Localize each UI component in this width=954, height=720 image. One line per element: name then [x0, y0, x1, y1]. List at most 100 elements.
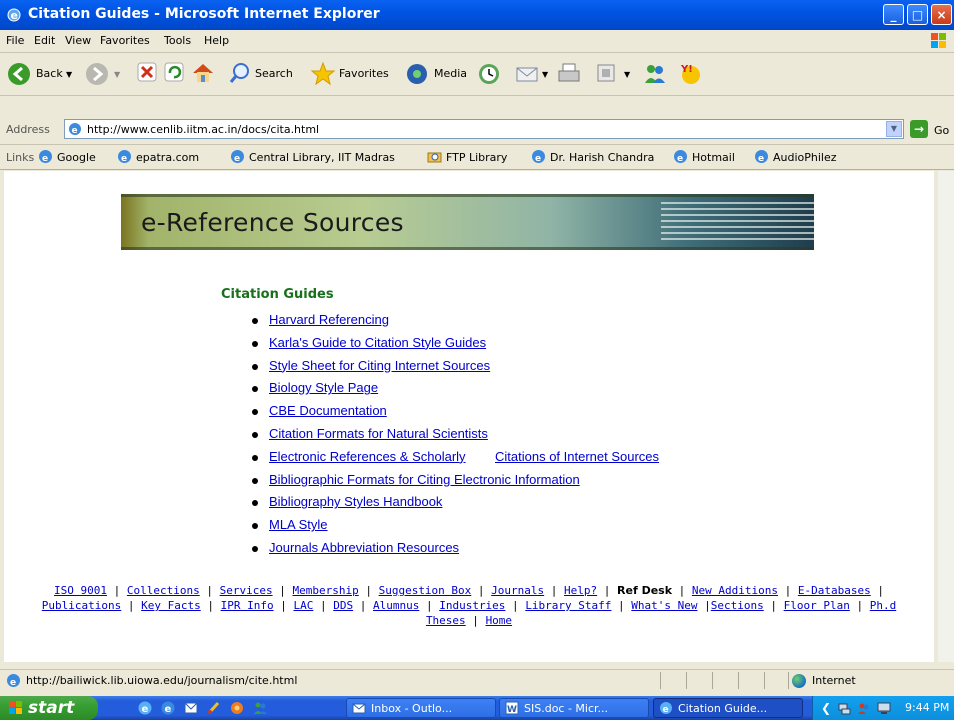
quicklaunch-ie2-icon[interactable]: e: [160, 700, 176, 716]
menu-edit[interactable]: Edit: [34, 34, 55, 47]
home-button[interactable]: [191, 61, 217, 87]
favorites-button[interactable]: Favorites: [310, 61, 402, 87]
footer-link[interactable]: IPR Info: [221, 599, 274, 612]
footer-link[interactable]: Help?: [564, 584, 597, 597]
footer-link[interactable]: New Additions: [692, 584, 778, 597]
windows-flag-icon: [9, 701, 22, 714]
guide-link[interactable]: CBE Documentation: [269, 403, 387, 418]
minimize-button[interactable]: _: [883, 4, 904, 25]
search-button[interactable]: Search: [228, 61, 308, 87]
stop-icon: [137, 62, 157, 82]
stop-button[interactable]: [136, 61, 160, 87]
guide-link[interactable]: Journals Abbreviation Resources: [269, 540, 459, 555]
back-button[interactable]: Back ▼: [6, 61, 76, 87]
footer-link[interactable]: E-Databases: [798, 584, 871, 597]
address-dropdown-icon[interactable]: ▼: [886, 121, 902, 137]
footer-link[interactable]: Ph.d: [870, 599, 897, 612]
start-button[interactable]: start: [0, 696, 98, 720]
menu-file[interactable]: File: [6, 34, 24, 47]
footer-link[interactable]: Industries: [439, 599, 505, 612]
guide-link-secondary[interactable]: Citations of Internet Sources: [495, 449, 659, 464]
footer-link[interactable]: Theses: [426, 614, 466, 627]
footer-link[interactable]: Home: [486, 614, 513, 627]
media-button[interactable]: Media: [404, 61, 476, 87]
footer-link[interactable]: What's New: [631, 599, 697, 612]
footer-link[interactable]: Suggestion Box: [379, 584, 472, 597]
svg-text:e: e: [234, 154, 240, 164]
footer-link[interactable]: Library Staff: [525, 599, 611, 612]
tray-expand-icon[interactable]: ❮: [819, 701, 833, 715]
go-button[interactable]: → Go: [910, 120, 954, 140]
title-bar[interactable]: e Citation Guides - Microsoft Internet E…: [0, 0, 954, 30]
bullet-icon: [252, 318, 258, 324]
footer-link[interactable]: DDS: [333, 599, 353, 612]
maximize-button[interactable]: □: [907, 4, 928, 25]
guide-link[interactable]: Citation Formats for Natural Scientists: [269, 426, 488, 441]
guide-link[interactable]: MLA Style: [269, 517, 328, 532]
status-text: http://bailiwick.lib.uiowa.edu/journalis…: [26, 674, 298, 687]
forward-dropdown-icon[interactable]: ▼: [114, 70, 120, 79]
quicklaunch-paint-icon[interactable]: [206, 700, 222, 716]
task-ie[interactable]: e Citation Guide...: [653, 698, 803, 718]
tray-messenger-icon[interactable]: [857, 701, 871, 715]
bullet-icon: [252, 340, 258, 347]
task-label: Citation Guide...: [678, 702, 768, 715]
footer-link[interactable]: ISO 9001: [54, 584, 107, 597]
menu-bar: File Edit View Favorites Tools Help: [0, 30, 954, 53]
standard-toolbar: Back ▼ ▼ Search Favorites Media ▼ ▼ Y!: [0, 53, 954, 96]
yahoo-button[interactable]: Y!: [678, 61, 704, 87]
vertical-scrollbar[interactable]: [938, 171, 954, 662]
forward-button[interactable]: ▼: [84, 61, 124, 87]
guide-link[interactable]: Karla's Guide to Citation Style Guides: [269, 335, 486, 350]
address-bar: Address e http://www.cenlib.iitm.ac.in/d…: [0, 117, 954, 145]
task-outlook[interactable]: Inbox - Outlo...: [346, 698, 496, 718]
history-button[interactable]: [476, 61, 502, 87]
bullet-icon: [252, 500, 258, 507]
ie-page-icon: e: [7, 674, 20, 688]
mail-button[interactable]: ▼: [514, 61, 554, 87]
guide-link[interactable]: Style Sheet for Citing Internet Sources: [269, 358, 490, 373]
banner-title: e-Reference Sources: [141, 208, 404, 237]
bullet-icon: [252, 523, 258, 530]
footer-link[interactable]: Sections: [711, 599, 764, 612]
guide-link[interactable]: Bibliographic Formats for Citing Electro…: [269, 472, 580, 487]
close-button[interactable]: ×: [931, 4, 952, 25]
guide-link[interactable]: Electronic References & Scholarly: [269, 449, 466, 464]
edit-dropdown-icon[interactable]: ▼: [624, 70, 630, 79]
quicklaunch-outlook-icon[interactable]: [183, 700, 199, 716]
link-label: epatra.com: [136, 151, 200, 164]
ie-page-icon: e: [660, 702, 672, 715]
footer-link[interactable]: Floor Plan: [784, 599, 850, 612]
refresh-button[interactable]: [163, 61, 187, 87]
mail-dropdown-icon[interactable]: ▼: [542, 70, 548, 79]
footer-link[interactable]: Publications: [42, 599, 121, 612]
footer-link[interactable]: Services: [220, 584, 273, 597]
quicklaunch-player-icon[interactable]: [229, 700, 245, 716]
guide-link[interactable]: Biology Style Page: [269, 380, 378, 395]
print-button[interactable]: [556, 61, 582, 87]
edit-button[interactable]: ▼: [594, 61, 634, 87]
guide-link[interactable]: Harvard Referencing: [269, 312, 389, 327]
messenger-button[interactable]: [642, 61, 668, 87]
back-dropdown-icon[interactable]: ▼: [66, 70, 72, 79]
tray-network-icon[interactable]: [837, 701, 851, 715]
menu-help[interactable]: Help: [204, 34, 229, 47]
footer-link[interactable]: Journals: [491, 584, 544, 597]
menu-tools[interactable]: Tools: [164, 34, 191, 47]
address-label: Address: [6, 123, 50, 136]
footer-link[interactable]: Collections: [127, 584, 200, 597]
guide-link[interactable]: Bibliography Styles Handbook: [269, 494, 442, 509]
footer-link[interactable]: Key Facts: [141, 599, 201, 612]
task-word[interactable]: W SIS.doc - Micr...: [499, 698, 649, 718]
quicklaunch-ie-icon[interactable]: e: [137, 700, 153, 716]
footer-link[interactable]: Membership: [292, 584, 358, 597]
favorites-label: Favorites: [339, 67, 389, 80]
tray-monitor-icon[interactable]: [877, 701, 891, 715]
footer-link[interactable]: Alumnus: [373, 599, 419, 612]
ie-icon: e: [7, 8, 21, 22]
address-input[interactable]: e http://www.cenlib.iitm.ac.in/docs/cita…: [64, 119, 904, 139]
menu-view[interactable]: View: [65, 34, 91, 47]
footer-link[interactable]: LAC: [293, 599, 313, 612]
quicklaunch-messenger-icon[interactable]: [252, 700, 268, 716]
menu-favorites[interactable]: Favorites: [100, 34, 150, 47]
